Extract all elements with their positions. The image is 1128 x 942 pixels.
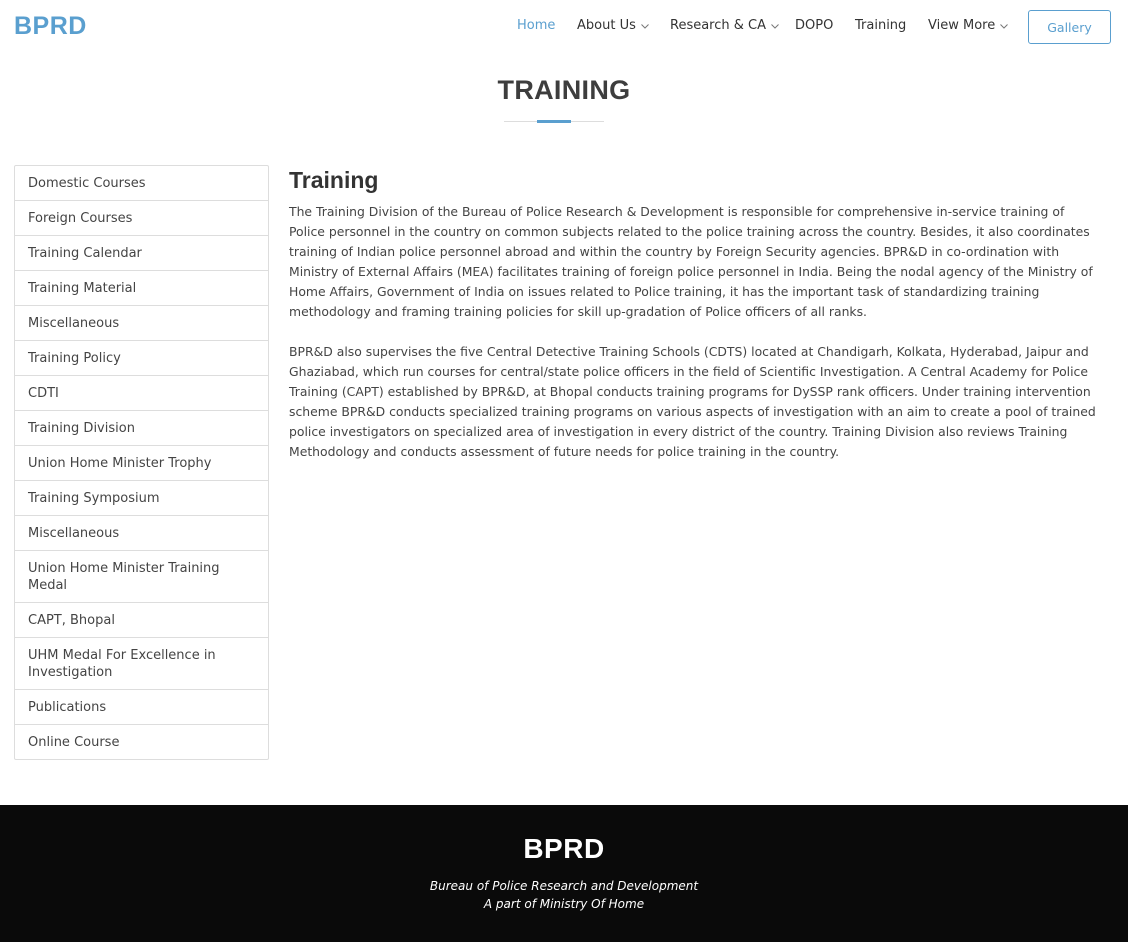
content-heading: Training (289, 167, 379, 193)
footer-ministry: A part of Ministry Of Home (483, 897, 645, 911)
content-paragraph: The Training Division of the Bureau of P… (289, 204, 1093, 319)
title-divider-accent (537, 120, 571, 123)
nav-research-ca-label: Research & CA (670, 18, 767, 33)
sidebar-item-miscellaneous-2[interactable]: Miscellaneous (15, 515, 268, 550)
sidebar-menu: Domestic Courses Foreign Courses Trainin… (14, 165, 269, 760)
footer-org-name: Bureau of Police Research and Developmen… (429, 879, 699, 893)
sidebar-item-cdti[interactable]: CDTI (15, 375, 268, 410)
sidebar-item-foreign-courses[interactable]: Foreign Courses (15, 200, 268, 235)
site-footer: BPRD Bureau of Police Research and Devel… (0, 805, 1128, 942)
main-content: Training The Training Division of the Bu… (289, 166, 1099, 482)
nav-research-ca[interactable]: Research & CA (670, 18, 780, 33)
site-header: BPRD Home About Us Research & CA DOPO Tr… (0, 0, 1128, 54)
sidebar-item-training-policy[interactable]: Training Policy (15, 340, 268, 375)
sidebar-item-training-material[interactable]: Training Material (15, 270, 268, 305)
nav-view-more-label: View More (928, 18, 996, 33)
chevron-down-icon (770, 21, 780, 31)
chevron-down-icon (999, 21, 1009, 31)
sidebar-item-training-division[interactable]: Training Division (15, 410, 268, 445)
nav-home[interactable]: Home (517, 18, 555, 33)
sidebar-item-uhm-medal-investigation[interactable]: UHM Medal For Excellence in Investigatio… (15, 637, 268, 689)
sidebar-item-training-symposium[interactable]: Training Symposium (15, 480, 268, 515)
site-logo[interactable]: BPRD (14, 12, 87, 41)
nav-training-label: Training (855, 18, 907, 33)
sidebar-item-miscellaneous[interactable]: Miscellaneous (15, 305, 268, 340)
sidebar-item-online-course[interactable]: Online Course (15, 724, 268, 759)
sidebar-item-domestic-courses[interactable]: Domestic Courses (15, 166, 268, 200)
sidebar-item-training-calendar[interactable]: Training Calendar (15, 235, 268, 270)
nav-about-us-label: About Us (577, 18, 636, 33)
footer-logo: BPRD (523, 833, 605, 864)
sidebar-item-uhm-training-medal[interactable]: Union Home Minister Training Medal (15, 550, 268, 602)
sidebar-item-uhm-trophy[interactable]: Union Home Minister Trophy (15, 445, 268, 480)
nav-dopo[interactable]: DOPO (795, 18, 833, 33)
sidebar-item-publications[interactable]: Publications (15, 689, 268, 724)
nav-home-label: Home (517, 18, 556, 33)
chevron-down-icon (640, 21, 650, 31)
gallery-button[interactable]: Gallery (1028, 10, 1111, 44)
nav-dopo-label: DOPO (795, 18, 834, 33)
nav-training[interactable]: Training (855, 18, 906, 33)
sidebar-item-capt-bhopal[interactable]: CAPT, Bhopal (15, 602, 268, 637)
nav-view-more[interactable]: View More (928, 18, 1009, 33)
nav-about-us[interactable]: About Us (577, 18, 650, 33)
page-title: TRAINING (497, 75, 631, 105)
content-paragraph: BPR&D also supervises the five Central D… (289, 344, 1096, 459)
